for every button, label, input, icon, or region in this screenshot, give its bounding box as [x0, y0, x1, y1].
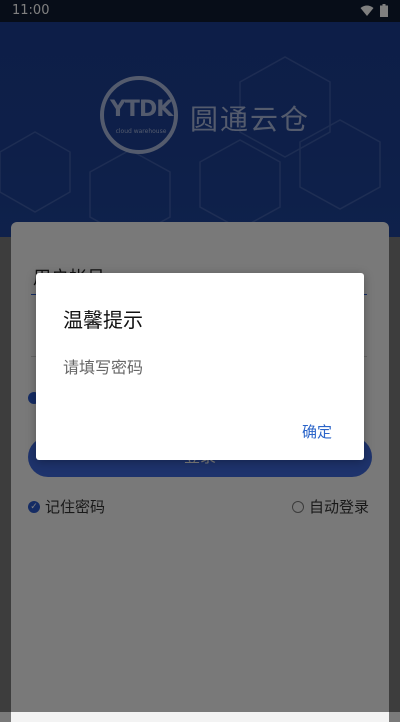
alert-dialog: 温馨提示 请填写密码 确定	[36, 273, 364, 460]
confirm-button[interactable]: 确定	[302, 421, 332, 442]
dialog-message: 请填写密码	[63, 358, 144, 377]
dialog-title: 温馨提示	[63, 308, 143, 332]
